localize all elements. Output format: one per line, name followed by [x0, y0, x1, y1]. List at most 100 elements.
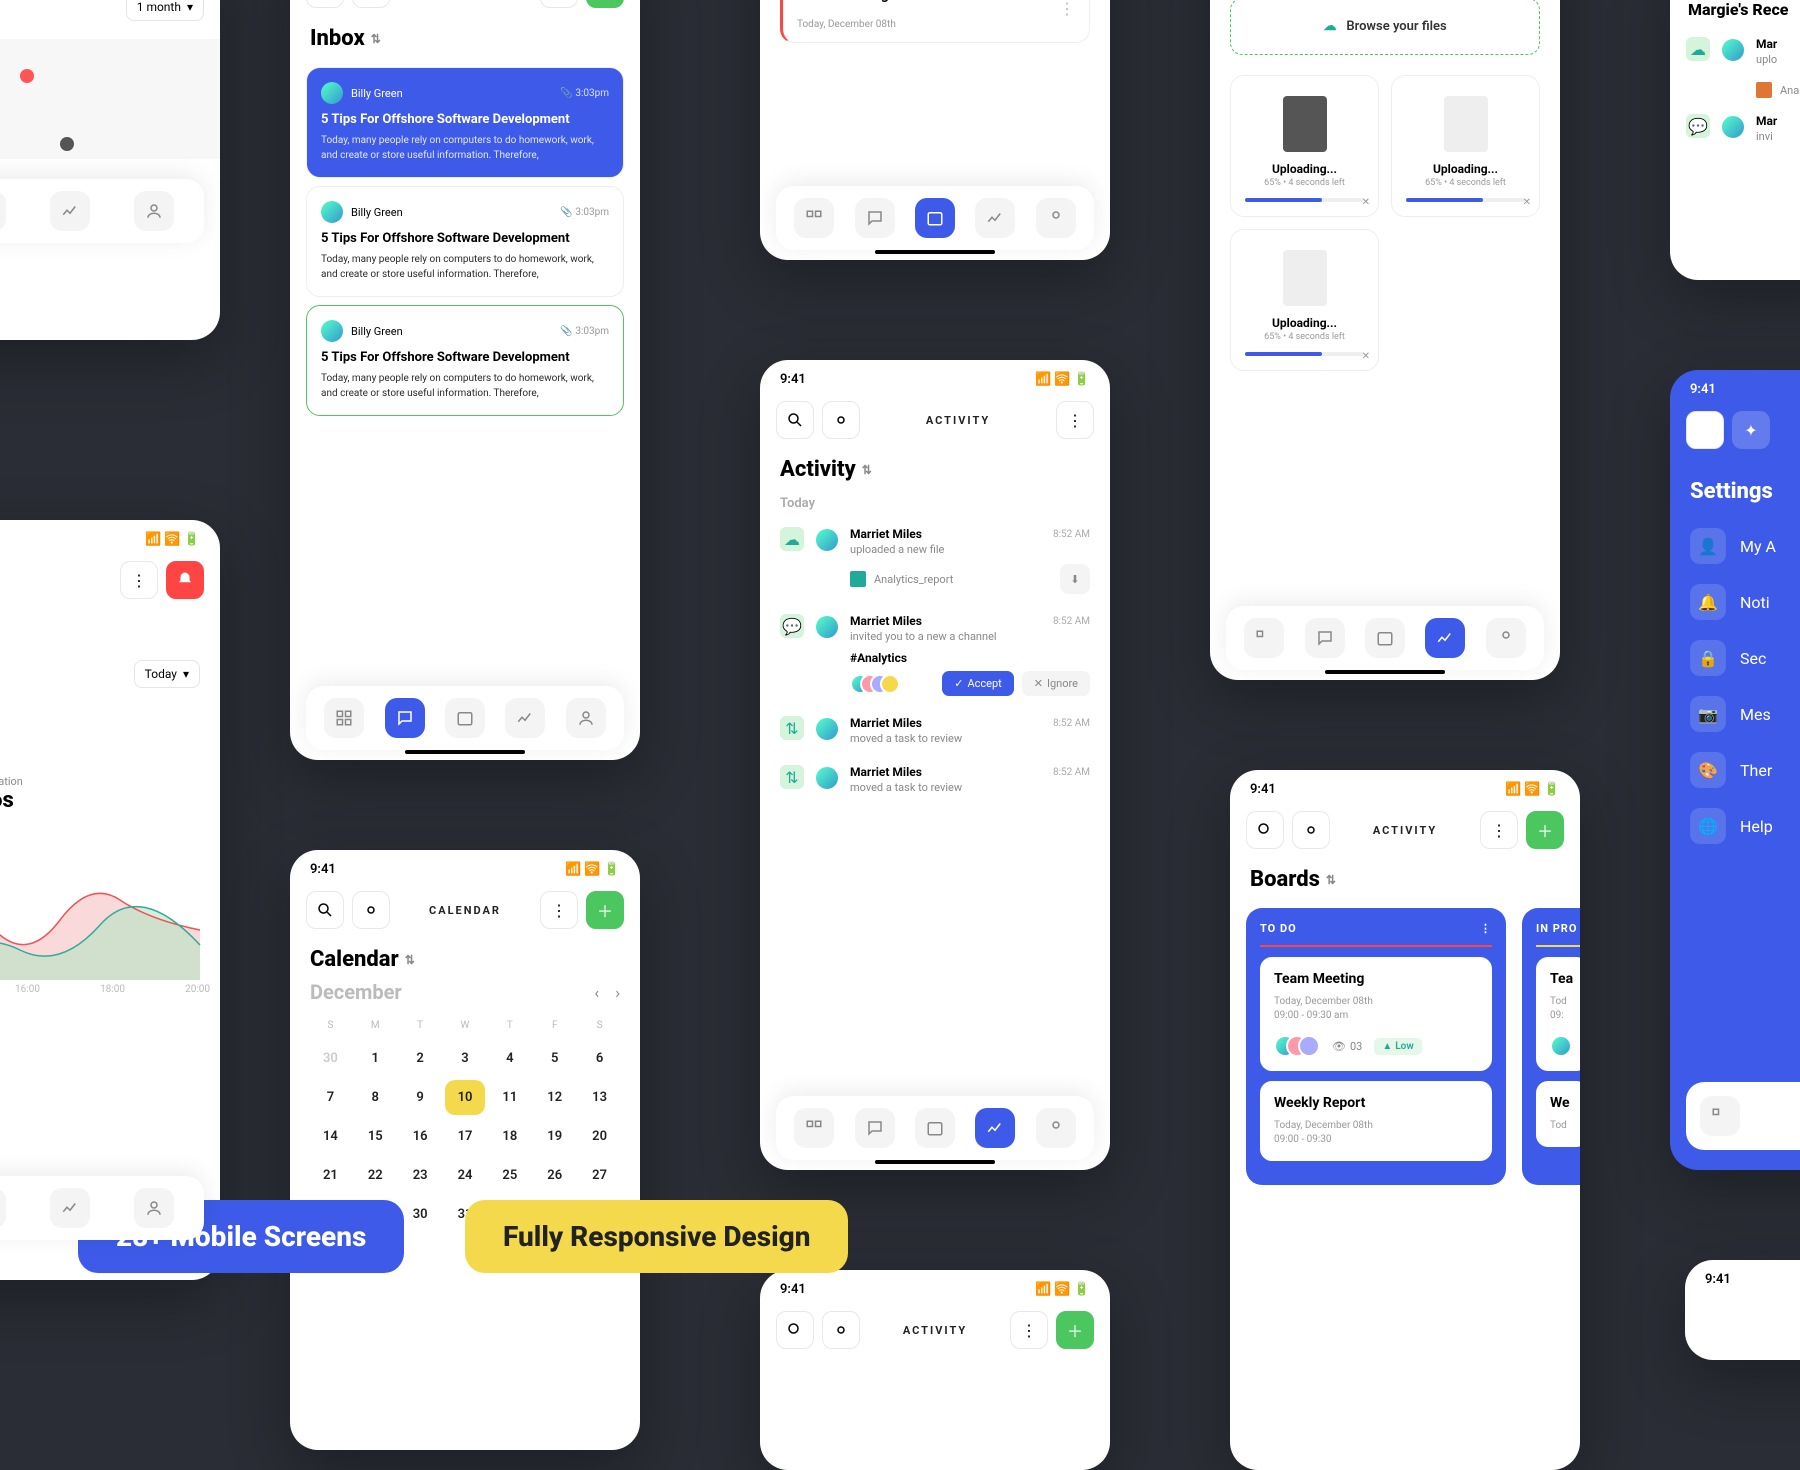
calendar-day[interactable]: 3 [445, 1041, 486, 1076]
calendar-day[interactable]: 17 [445, 1119, 486, 1154]
tab-messages[interactable] [385, 698, 425, 738]
calendar-day[interactable]: 25 [489, 1158, 530, 1193]
tab-messages[interactable] [855, 1108, 895, 1148]
calendar-day[interactable]: 2 [400, 1041, 441, 1076]
today-select[interactable]: Today▾ [134, 660, 200, 688]
message-card[interactable]: Billy Green📎 3:03pm 5 Tips For Offshore … [306, 305, 624, 416]
sort-icon[interactable]: ⇅ [405, 953, 415, 967]
calendar-day[interactable]: 9 [400, 1080, 441, 1115]
notifications-button[interactable] [166, 561, 204, 599]
tab-dashboard[interactable] [794, 1108, 834, 1148]
calendar-day[interactable]: 7 [310, 1080, 351, 1115]
board-card[interactable]: Team Meeting Today, December 08th09:00 -… [1260, 957, 1492, 1071]
timerange-select[interactable]: 1 month▾ [126, 0, 204, 21]
calendar-day[interactable]: 6 [579, 1041, 620, 1076]
more-button[interactable]: ⋮ [1056, 401, 1094, 439]
cancel-upload-button[interactable]: ✕ [1362, 351, 1370, 362]
search-button[interactable] [306, 0, 344, 8]
add-button[interactable]: ＋ [586, 891, 624, 929]
sort-icon[interactable]: ⇅ [371, 32, 381, 46]
calendar-day[interactable]: 27 [579, 1158, 620, 1193]
sort-icon[interactable]: ⇅ [1326, 873, 1336, 887]
more-button[interactable]: ⋮ [1480, 811, 1518, 849]
calendar-day[interactable]: 12 [534, 1080, 575, 1115]
calendar-day[interactable]: 5 [534, 1041, 575, 1076]
tab-dashboard[interactable] [794, 198, 834, 238]
tab-analytics[interactable] [975, 1108, 1015, 1148]
calendar-day[interactable]: 11 [489, 1080, 530, 1115]
tab-messages[interactable] [1305, 618, 1345, 658]
theme-button[interactable] [1292, 811, 1330, 849]
tab-dashboard[interactable] [324, 698, 364, 738]
tab-profile[interactable] [566, 698, 606, 738]
calendar-day[interactable]: 16 [400, 1119, 441, 1154]
message-card[interactable]: Billy Green📎 3:03pm 5 Tips For Offshore … [306, 67, 624, 178]
calendar-day[interactable]: 24 [445, 1158, 486, 1193]
calendar-day[interactable]: 30 [310, 1041, 351, 1076]
download-button[interactable]: ⬇ [1060, 564, 1090, 594]
tab-analytics[interactable] [1425, 618, 1465, 658]
calendar-day[interactable]: 18 [489, 1119, 530, 1154]
calendar-day[interactable]: 4 [489, 1041, 530, 1076]
more-button[interactable]: ⋮ [120, 561, 158, 599]
calendar-day[interactable]: 8 [355, 1080, 396, 1115]
tab-calendar[interactable] [445, 698, 485, 738]
tab-profile[interactable] [1036, 1108, 1076, 1148]
sort-icon[interactable]: ⇅ [862, 463, 872, 477]
calendar-day[interactable]: 21 [310, 1158, 351, 1193]
next-month-button[interactable]: › [615, 983, 620, 1002]
board-card[interactable]: We Tod [1536, 1081, 1580, 1147]
tab-profile[interactable] [134, 1188, 174, 1228]
tab-profile[interactable] [134, 191, 174, 231]
tab-calendar[interactable] [1365, 618, 1405, 658]
board-more-icon[interactable]: ⋮ [1480, 922, 1492, 935]
add-button[interactable]: ＋ [1056, 1311, 1094, 1349]
tab-analytics[interactable] [505, 698, 545, 738]
cancel-upload-button[interactable]: ✕ [1362, 197, 1370, 208]
back-button[interactable]: ‹ [1686, 411, 1724, 449]
board-card[interactable]: Weekly Report Today, December 08th09:00 … [1260, 1081, 1492, 1161]
search-button[interactable] [776, 1311, 814, 1349]
more-button[interactable]: ⋮ [540, 0, 578, 8]
add-button[interactable]: ＋ [1526, 811, 1564, 849]
calendar-day[interactable]: 22 [355, 1158, 396, 1193]
tab-analytics[interactable] [50, 1188, 90, 1228]
calendar-day[interactable]: 26 [534, 1158, 575, 1193]
prev-month-button[interactable]: ‹ [594, 983, 599, 1002]
tab-profile[interactable] [1486, 618, 1526, 658]
calendar-day[interactable]: 19 [534, 1119, 575, 1154]
tab-calendar[interactable] [915, 1108, 955, 1148]
message-card[interactable]: Billy Green📎 3:03pm 5 Tips For Offshore … [306, 186, 624, 297]
board-card[interactable]: Tea Tod09: [1536, 957, 1580, 1071]
more-button[interactable]: ⋮ [1010, 1311, 1048, 1349]
theme-button[interactable] [352, 891, 390, 929]
tab-dashboard[interactable] [1244, 618, 1284, 658]
cancel-upload-button[interactable]: ✕ [1523, 197, 1531, 208]
tab-messages[interactable] [855, 198, 895, 238]
search-button[interactable] [1246, 811, 1284, 849]
ignore-button[interactable]: ✕ Ignore [1022, 671, 1090, 696]
calendar-day[interactable]: 30 [400, 1197, 441, 1232]
tab-calendar[interactable] [0, 191, 6, 231]
settings-item[interactable]: 🔔Noti [1670, 574, 1800, 630]
calendar-day[interactable]: 13 [579, 1080, 620, 1115]
calendar-day[interactable]: 1 [355, 1041, 396, 1076]
add-button[interactable]: ＋ [586, 0, 624, 8]
settings-item[interactable]: 👤My A [1670, 518, 1800, 574]
theme-button[interactable]: ✦ [1732, 411, 1770, 449]
settings-item[interactable]: 🌐Help [1670, 798, 1800, 854]
theme-button[interactable] [822, 1311, 860, 1349]
tab-calendar[interactable] [0, 1188, 6, 1228]
calendar-day[interactable]: 15 [355, 1119, 396, 1154]
calendar-day[interactable]: 10 [445, 1080, 486, 1115]
search-button[interactable] [776, 401, 814, 439]
tab-analytics[interactable] [975, 198, 1015, 238]
tab-profile[interactable] [1036, 198, 1076, 238]
tab-analytics[interactable] [50, 191, 90, 231]
calendar-day[interactable]: 23 [400, 1158, 441, 1193]
settings-item[interactable]: 🔒Sec [1670, 630, 1800, 686]
settings-item[interactable]: 📷Mes [1670, 686, 1800, 742]
calendar-day[interactable]: 14 [310, 1119, 351, 1154]
tab-dashboard[interactable] [1700, 1096, 1740, 1136]
accept-button[interactable]: ✓ Accept [942, 671, 1014, 696]
